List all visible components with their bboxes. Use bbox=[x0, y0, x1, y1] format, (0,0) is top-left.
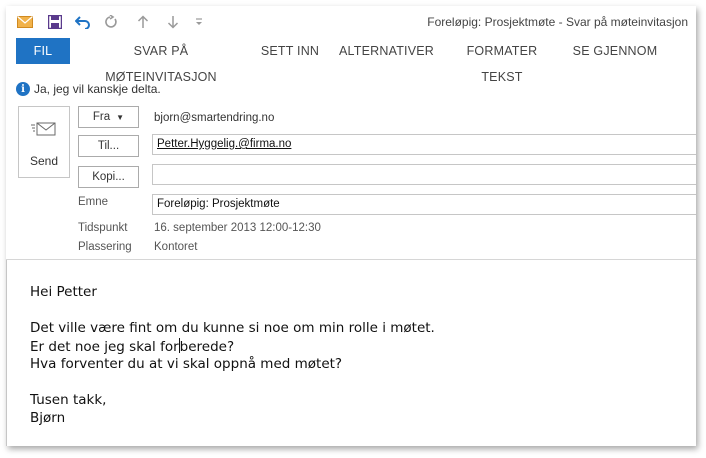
chevron-down-icon: ▼ bbox=[116, 112, 125, 122]
cc-field[interactable] bbox=[152, 164, 696, 185]
send-label: Send bbox=[29, 154, 59, 168]
subject-field[interactable]: Foreløpig: Prosjektmøte bbox=[152, 194, 696, 215]
tab-options[interactable]: ALTERNATIVER bbox=[339, 38, 434, 64]
outlook-compose-window: Foreløpig: Prosjektmøte - Svar på møtein… bbox=[6, 6, 696, 446]
tab-insert[interactable]: SETT INN bbox=[256, 38, 324, 64]
time-label: Tidspunkt bbox=[78, 222, 128, 234]
message-body[interactable]: Hei Petter Det ville være fint om du kun… bbox=[6, 260, 696, 446]
from-address: bjorn@smartendring.no bbox=[154, 112, 275, 124]
arrow-up-icon[interactable] bbox=[134, 13, 152, 31]
window-title: Foreløpig: Prosjektmøte - Svar på møtein… bbox=[427, 15, 688, 29]
tab-file[interactable]: FIL bbox=[16, 38, 70, 64]
redo-icon[interactable] bbox=[102, 13, 120, 31]
body-closing: Tusen takk, bbox=[30, 392, 107, 408]
customize-icon[interactable] bbox=[190, 13, 208, 31]
cc-button[interactable]: Kopi... bbox=[78, 166, 139, 188]
info-bar-text: Ja, jeg vil kanskje delta. bbox=[34, 82, 161, 96]
send-icon bbox=[31, 122, 56, 136]
send-button[interactable]: Send bbox=[18, 106, 70, 178]
arrow-down-icon[interactable] bbox=[164, 13, 182, 31]
to-field[interactable]: Petter.Hyggelig.@firma.no bbox=[152, 134, 696, 155]
info-icon: i bbox=[16, 82, 30, 96]
save-icon[interactable] bbox=[46, 13, 64, 31]
body-line-2: Er det noe jeg skal forberede? bbox=[30, 338, 234, 355]
from-button-label: Fra bbox=[92, 111, 111, 123]
body-line-2-start: Er det noe jeg skal for bbox=[30, 339, 179, 355]
quick-access-toolbar: Foreløpig: Prosjektmøte - Svar på møtein… bbox=[6, 6, 696, 36]
tab-format-text[interactable]: FORMATER TEKST bbox=[447, 38, 557, 84]
location-value: Kontoret bbox=[154, 241, 198, 253]
tab-reply-meeting-invitation[interactable]: SVAR PÅ MØTEINVITASJON bbox=[82, 38, 240, 84]
time-value: 16. september 2013 12:00-12:30 bbox=[154, 222, 321, 234]
subject-label: Emne bbox=[78, 196, 109, 208]
body-line-2-end: berede? bbox=[179, 339, 235, 355]
tab-review[interactable]: SE GJENNOM bbox=[572, 38, 658, 64]
body-signature: Bjørn bbox=[30, 410, 66, 426]
recipient-address[interactable]: Petter.Hyggelig.@firma.no bbox=[157, 138, 291, 150]
to-button[interactable]: Til... bbox=[78, 135, 139, 157]
body-line-3: Hva forventer du at vi skal oppnå med mø… bbox=[30, 356, 343, 372]
location-label: Plassering bbox=[78, 241, 132, 253]
info-bar: i Ja, jeg vil kanskje delta. bbox=[16, 80, 161, 98]
envelope-icon[interactable] bbox=[16, 13, 34, 31]
body-greeting: Hei Petter bbox=[30, 284, 97, 300]
undo-icon[interactable] bbox=[74, 13, 92, 31]
body-line-1: Det ville være fint om du kunne si noe o… bbox=[30, 320, 435, 336]
ribbon-tabs: FIL SVAR PÅ MØTEINVITASJON SETT INN ALTE… bbox=[6, 38, 696, 84]
from-button[interactable]: Fra ▼ bbox=[78, 106, 139, 128]
